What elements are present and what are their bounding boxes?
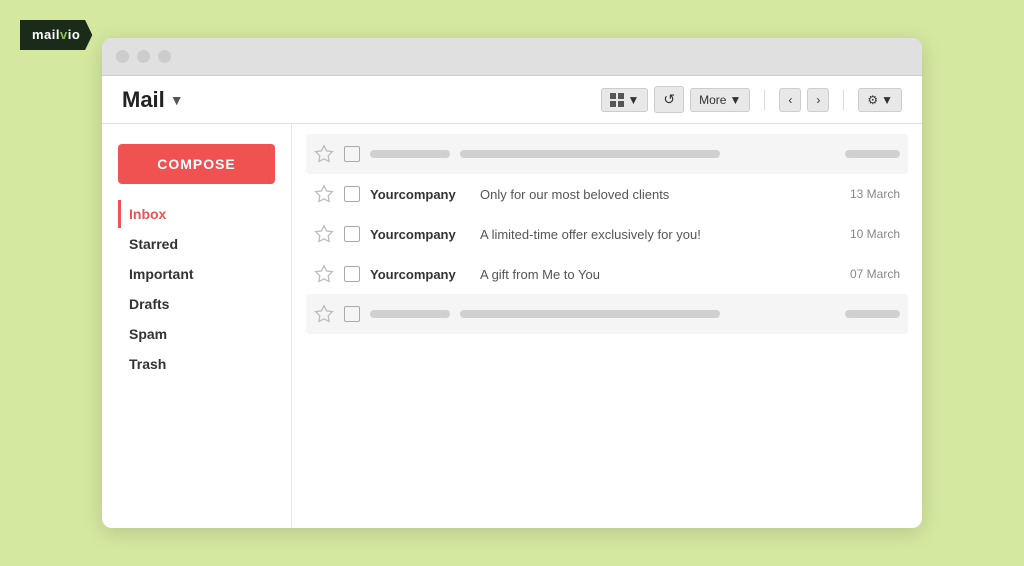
placeholder-subject-2 [460,310,720,318]
sidebar-item-label-inbox: Inbox [129,206,166,222]
toolbar-group-left: ▼ ↺ More ▼ [601,86,750,113]
email-subject-2: Only for our most beloved clients [480,187,825,202]
toolbar-divider [764,90,765,110]
sidebar-item-label-spam: Spam [129,326,167,342]
placeholder-date-2 [845,310,900,318]
compose-button[interactable]: COMPOSE [118,144,275,184]
browser-window: Mail ▼ ▼ ↺ [102,38,922,528]
toolbar-divider-2 [843,90,844,110]
star-icon-5[interactable] [314,304,334,324]
grid-button[interactable]: ▼ [601,88,648,112]
next-icon: › [816,93,820,107]
mail-title-text: Mail [122,87,165,113]
grid-icon [610,93,624,107]
sidebar-item-starred[interactable]: Starred [118,230,275,258]
grid-chevron: ▼ [627,93,639,107]
toolbar-group-settings: ⚙ ▼ [858,88,902,112]
logo-bar: mailvio [20,20,92,50]
email-date-3: 10 March [835,227,900,241]
browser-content: Mail ▼ ▼ ↺ [102,76,922,528]
more-button[interactable]: More ▼ [690,88,750,112]
placeholder-date-1 [845,150,900,158]
mail-title: Mail ▼ [122,87,184,113]
star-icon-1[interactable] [314,144,334,164]
placeholder-subject-area-1 [460,150,835,158]
email-list: Yourcompany Only for our most beloved cl… [292,124,922,528]
sidebar-item-trash[interactable]: Trash [118,350,275,378]
mail-title-chevron[interactable]: ▼ [170,92,184,108]
email-row-placeholder-2 [306,294,908,334]
toolbar-group-nav: ‹ › [779,88,829,112]
checkbox-2[interactable] [344,186,360,202]
traffic-light-1 [116,50,129,63]
sidebar: COMPOSE Inbox Starred Important Drafts [102,124,292,528]
sidebar-item-inbox[interactable]: Inbox [118,200,275,228]
placeholder-sender-1 [370,150,450,158]
email-sender-4: Yourcompany [370,267,470,282]
outer-frame: mailvio Mail ▼ [0,0,1024,566]
email-row-4[interactable]: Yourcompany A gift from Me to You 07 Mar… [306,254,908,294]
sidebar-nav: Inbox Starred Important Drafts Spam [118,200,275,378]
checkbox-5[interactable] [344,306,360,322]
refresh-icon: ↺ [663,91,675,108]
settings-chevron: ▼ [881,93,893,107]
email-row-3[interactable]: Yourcompany A limited-time offer exclusi… [306,214,908,254]
email-date-4: 07 March [835,267,900,281]
settings-icon: ⚙ [867,93,878,107]
sidebar-item-drafts[interactable]: Drafts [118,290,275,318]
prev-button[interactable]: ‹ [779,88,801,112]
sidebar-item-label-drafts: Drafts [129,296,169,312]
sidebar-item-label-starred: Starred [129,236,178,252]
placeholder-sender-2 [370,310,450,318]
email-row-placeholder-1 [306,134,908,174]
logo-text: mailvio [32,27,80,42]
traffic-light-3 [158,50,171,63]
placeholder-subject-area-2 [460,310,835,318]
email-row-2[interactable]: Yourcompany Only for our most beloved cl… [306,174,908,214]
star-icon-3[interactable] [314,224,334,244]
star-icon-4[interactable] [314,264,334,284]
sidebar-item-label-important: Important [129,266,194,282]
next-button[interactable]: › [807,88,829,112]
mail-toolbar: Mail ▼ ▼ ↺ [102,76,922,124]
checkbox-3[interactable] [344,226,360,242]
more-chevron: ▼ [729,93,741,107]
star-icon-2[interactable] [314,184,334,204]
checkbox-4[interactable] [344,266,360,282]
placeholder-subject-1 [460,150,720,158]
mail-body: COMPOSE Inbox Starred Important Drafts [102,124,922,528]
email-subject-4: A gift from Me to You [480,267,825,282]
settings-button[interactable]: ⚙ ▼ [858,88,902,112]
email-date-2: 13 March [835,187,900,201]
refresh-button[interactable]: ↺ [654,86,684,113]
more-label: More [699,93,726,107]
email-subject-3: A limited-time offer exclusively for you… [480,227,825,242]
browser-titlebar [102,38,922,76]
email-sender-3: Yourcompany [370,227,470,242]
logo-accent: v [60,27,68,42]
email-sender-2: Yourcompany [370,187,470,202]
prev-icon: ‹ [788,93,792,107]
sidebar-item-important[interactable]: Important [118,260,275,288]
sidebar-item-spam[interactable]: Spam [118,320,275,348]
sidebar-item-label-trash: Trash [129,356,166,372]
traffic-light-2 [137,50,150,63]
checkbox-1[interactable] [344,146,360,162]
